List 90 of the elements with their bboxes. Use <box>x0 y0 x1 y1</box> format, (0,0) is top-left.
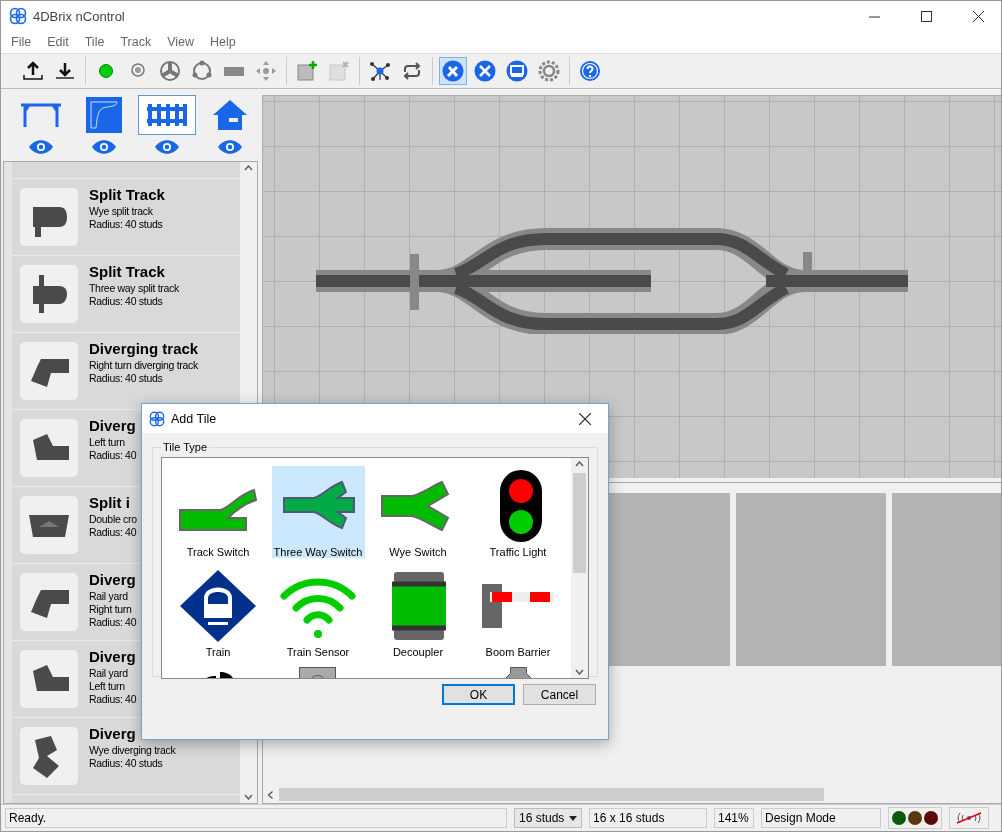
tile-type-option[interactable]: Wye Switch <box>371 466 465 558</box>
monitor-icon <box>506 60 528 82</box>
app-logo-icon <box>149 410 165 427</box>
chevron-down-icon[interactable] <box>244 794 253 800</box>
close-icon <box>972 10 984 22</box>
tile-card[interactable]: Split Track Three way split track Radius: 40 studs <box>12 256 240 333</box>
move-icon <box>255 60 277 82</box>
chevron-down-icon[interactable] <box>575 669 584 675</box>
chevron-left-icon[interactable] <box>267 790 274 799</box>
tile-description: Radius: 40 studs <box>89 372 163 385</box>
upload-icon <box>22 60 44 82</box>
tri-spoke-icon <box>159 60 181 82</box>
tile-card[interactable] <box>12 162 240 179</box>
settings-icon <box>538 60 560 82</box>
add-tile-icon <box>296 60 318 82</box>
tile-title: Diverging track <box>89 340 199 358</box>
grid-size: 16 x 16 studs <box>589 808 707 828</box>
house-icon <box>212 99 248 131</box>
window-title: 4DBrix nControl <box>33 8 126 24</box>
tile-title: Diverg <box>89 725 137 743</box>
app-logo-icon <box>9 7 27 25</box>
help-icon <box>579 60 601 82</box>
network-icon <box>369 60 391 82</box>
tile-description: Rail yard <box>89 590 128 603</box>
status-text: Ready. <box>5 808 507 828</box>
tile-description: Radius: 40 studs <box>89 757 163 770</box>
tile-description: Radius: 40 <box>89 526 137 539</box>
status-dot-icon <box>99 64 113 78</box>
tile-card[interactable]: Diverging track Right turn diverging track Radius: 40 studs <box>12 333 240 410</box>
eye-icon <box>154 139 180 155</box>
scrollbar-thumb[interactable] <box>573 473 586 573</box>
zoom-level: 141% <box>714 808 754 828</box>
tile-title: Diverg <box>89 648 137 666</box>
tile-title: Diverg <box>89 571 137 589</box>
tile-description: Left turn <box>89 680 125 693</box>
eye-icon <box>28 139 54 155</box>
remove-tile-icon <box>328 60 350 82</box>
tile-description: Right turn diverging track <box>89 359 198 372</box>
chevron-up-icon[interactable] <box>244 165 253 171</box>
layer-tab[interactable] <box>138 95 196 135</box>
tile-type-option[interactable]: Boom Barrier <box>471 566 565 658</box>
download-icon <box>54 60 76 82</box>
mode-indicator: Design Mode <box>761 808 881 828</box>
tile-description: Rail yard <box>89 667 128 680</box>
menu-item[interactable]: File <box>3 35 40 49</box>
menu-item[interactable]: Edit <box>39 35 77 49</box>
tile-card[interactable]: Split Track Wye split track Radius: 40 studs <box>12 179 240 256</box>
dialog-button[interactable]: OK <box>442 684 515 705</box>
tile-title: Split Track <box>89 186 165 204</box>
tile-description: Radius: 40 <box>89 616 137 629</box>
tile-type-option[interactable]: Train Sensor <box>271 566 365 658</box>
caret-icon <box>569 815 577 821</box>
maximize-icon <box>920 10 932 22</box>
tile-description: Wye split track <box>89 205 153 218</box>
eye-icon <box>91 139 117 155</box>
tile-description: Double cro <box>89 513 137 526</box>
tile-description: Three way split track <box>89 282 179 295</box>
tile-description: Right turn <box>89 603 132 616</box>
layout-plan-icon <box>86 97 122 133</box>
tile-title: Diverg <box>89 417 137 435</box>
rail-icon <box>224 66 244 76</box>
menu-item[interactable]: Tile <box>76 35 113 49</box>
tile-type-option[interactable]: Traffic Light <box>471 466 565 558</box>
tile-description: Radius: 40 studs <box>89 218 163 231</box>
tile-description: Left turn <box>89 436 125 449</box>
scrollbar[interactable] <box>571 458 588 678</box>
tile-type-option[interactable]: Decoupler <box>371 566 465 658</box>
tile-type-option[interactable]: Three Way Switch <box>271 466 365 558</box>
menu-item[interactable]: View <box>159 35 203 49</box>
chevron-up-icon[interactable] <box>575 461 584 467</box>
menu-item[interactable]: Help <box>202 35 244 49</box>
ring-icon <box>191 60 213 82</box>
eye-icon <box>217 139 243 155</box>
refresh-icon <box>401 60 423 82</box>
group-label: Tile Type <box>162 441 209 453</box>
table-icon <box>19 101 63 129</box>
menu-item[interactable]: Track <box>112 35 160 49</box>
scale-dropdown[interactable]: 16 studs <box>514 808 582 828</box>
tile-description: Radius: 40 <box>89 693 137 706</box>
tile-description: Radius: 40 studs <box>89 295 163 308</box>
tile-title: Split i <box>89 494 131 512</box>
tile-title: Split Track <box>89 263 166 281</box>
boom-barrier-icon <box>482 584 554 628</box>
dialog-button[interactable]: Cancel <box>523 684 596 705</box>
scrollbar-thumb[interactable] <box>279 788 824 801</box>
signal-off-icon <box>954 811 984 825</box>
close-icon <box>579 412 591 425</box>
tile-description: Radius: 40 <box>89 449 137 462</box>
tile-description: Wye diverging track <box>89 744 176 757</box>
dialog-title: Add Tile <box>171 411 218 426</box>
